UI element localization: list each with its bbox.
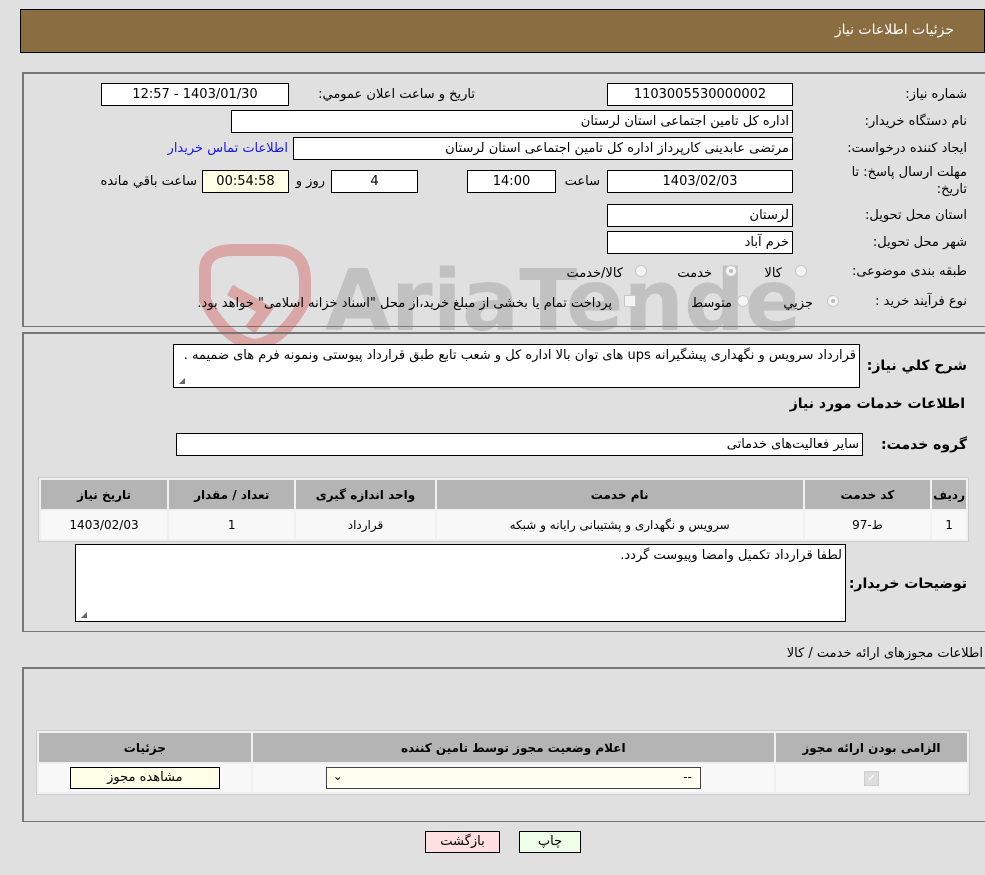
cell-need-date: 1403/02/03 <box>41 511 168 539</box>
cell-row-number: 1 <box>932 511 966 539</box>
announce-datetime-field: 1403/01/30 - 12:57 <box>101 83 289 106</box>
deadline-label-line2: تاریخ: <box>936 182 967 197</box>
col-unit: واحد اندازه گیری <box>296 480 435 509</box>
services-section-title: اطلاعات خدمات مورد نیاز <box>789 396 965 412</box>
chevron-down-icon: ⌄ <box>332 769 343 783</box>
process-option-medium: متوسط <box>691 296 732 311</box>
description-text: قرارداد سرویس و نگهداری پیشگیرانه ups ها… <box>183 348 856 363</box>
permits-section-title: اطلاعات مجوزهای ارائه خدمت / کالا <box>786 646 983 661</box>
page-title: جزئیات اطلاعات نیاز <box>834 22 954 38</box>
description-textarea[interactable]: قرارداد سرویس و نگهداری پیشگیرانه ups ها… <box>173 344 860 388</box>
buyer-org-label: نام دستگاه خریدار: <box>864 114 967 129</box>
remaining-time-field: 00:54:58 <box>202 170 289 193</box>
cell-permit-details: مشاهده مجوز <box>39 764 251 792</box>
requester-field: مرتضی عابدینی کارپرداز اداره کل تامین اج… <box>293 137 793 160</box>
cell-unit: قرارداد <box>296 511 435 539</box>
page-header: جزئیات اطلاعات نیاز <box>20 9 985 53</box>
services-table: ردیف کد خدمت نام خدمت واحد اندازه گیری ت… <box>38 477 969 542</box>
deadline-time-label: ساعت <box>564 174 600 189</box>
description-label: شرح کلي نیاز: <box>866 358 967 374</box>
category-radio-goods-service[interactable] <box>635 265 647 277</box>
cell-permit-status: -- ⌄ <box>252 764 774 792</box>
col-service-code: کد خدمت <box>804 480 931 509</box>
permits-table: الزامی بودن ارائه مجوز اعلام وضعیت مجوز … <box>36 730 970 795</box>
process-radio-minor[interactable] <box>827 295 839 307</box>
remaining-time-label: ساعت باقي مانده <box>100 174 197 189</box>
province-field: لرستان <box>607 204 793 227</box>
buyer-contact-link[interactable]: اطلاعات تماس خریدار <box>168 141 288 156</box>
days-remaining-field: 4 <box>331 170 418 193</box>
announce-label: تاریخ و ساعت اعلان عمومي: <box>318 87 475 102</box>
category-option-service: خدمت <box>677 266 712 281</box>
service-group-field: سایر فعالیت‌های خدماتی <box>176 433 863 456</box>
print-button[interactable]: چاپ <box>519 831 581 853</box>
col-permit-details: جزئیات <box>39 733 251 762</box>
cell-service-name: سرویس و نگهداری و پشتیبانی رایانه و شبکه <box>436 511 803 539</box>
process-label: نوع فرآیند خرید : <box>875 294 967 309</box>
deadline-label-line1: مهلت ارسال پاسخ: تا <box>851 165 967 180</box>
days-label: روز و <box>295 174 325 189</box>
permit-status-select[interactable]: -- ⌄ <box>325 767 701 789</box>
required-checkbox-icon[interactable]: ✓ <box>863 771 879 786</box>
deadline-date-field: 1403/02/03 <box>607 170 793 193</box>
permit-status-selected: -- <box>683 770 692 784</box>
province-label: استان محل تحویل: <box>865 208 967 223</box>
category-option-goods-service: کالا/خدمت <box>566 266 623 281</box>
need-number-field: 1103005530000002 <box>607 83 793 106</box>
buyer-org-field: اداره کل تامین اجتماعی استان لرستان <box>231 110 793 133</box>
category-option-goods: کالا <box>764 266 782 281</box>
city-label: شهر محل تحویل: <box>872 235 967 250</box>
resize-handle-icon[interactable]: ◢ <box>79 611 87 619</box>
category-radio-service[interactable] <box>725 265 737 277</box>
col-permit-status: اعلام وضعیت مجوز توسط تامین کننده <box>252 733 774 762</box>
cell-permit-required: ✓ <box>775 764 967 792</box>
cell-service-code: ط-97 <box>804 511 931 539</box>
buyer-notes-textarea[interactable]: لطفا قرارداد تکمیل وامضا وپیوست گردد. ◢ <box>75 544 846 622</box>
deadline-time-field: 14:00 <box>467 170 556 193</box>
col-row-number: ردیف <box>932 480 966 509</box>
col-permit-required: الزامی بودن ارائه مجوز <box>775 733 967 762</box>
cell-quantity: 1 <box>169 511 295 539</box>
treasury-note: پرداخت تمام یا بخشی از مبلغ خرید،از محل … <box>197 296 612 311</box>
col-quantity: تعداد / مقدار <box>169 480 295 509</box>
process-radio-medium[interactable] <box>737 295 749 307</box>
need-number-label: شماره نیاز: <box>905 87 967 102</box>
category-radio-goods[interactable] <box>795 265 807 277</box>
services-table-header: ردیف کد خدمت نام خدمت واحد اندازه گیری ت… <box>41 480 966 509</box>
col-service-name: نام خدمت <box>436 480 803 509</box>
permits-table-header: الزامی بودن ارائه مجوز اعلام وضعیت مجوز … <box>39 733 967 762</box>
process-option-minor: جزيي <box>783 296 813 311</box>
city-field: خرم آباد <box>607 231 793 254</box>
table-row: ✓ -- ⌄ مشاهده مجوز <box>39 764 967 792</box>
back-button[interactable]: بازگشت <box>425 831 500 853</box>
requester-label: ایجاد کننده درخواست: <box>847 141 967 156</box>
buyer-notes-label: توضیحات خریدار: <box>848 576 967 592</box>
table-row: 1 ط-97 سرویس و نگهداری و پشتیبانی رایانه… <box>41 511 966 539</box>
service-group-label: گروه خدمت: <box>881 437 967 453</box>
category-label: طبقه بندی موضوعی: <box>851 264 967 279</box>
col-need-date: تاریخ نیاز <box>41 480 168 509</box>
buyer-notes-text: لطفا قرارداد تکمیل وامضا وپیوست گردد. <box>620 548 842 563</box>
treasury-checkbox[interactable] <box>624 295 636 307</box>
resize-handle-icon[interactable]: ◢ <box>177 377 185 385</box>
view-permit-button[interactable]: مشاهده مجوز <box>69 767 220 789</box>
